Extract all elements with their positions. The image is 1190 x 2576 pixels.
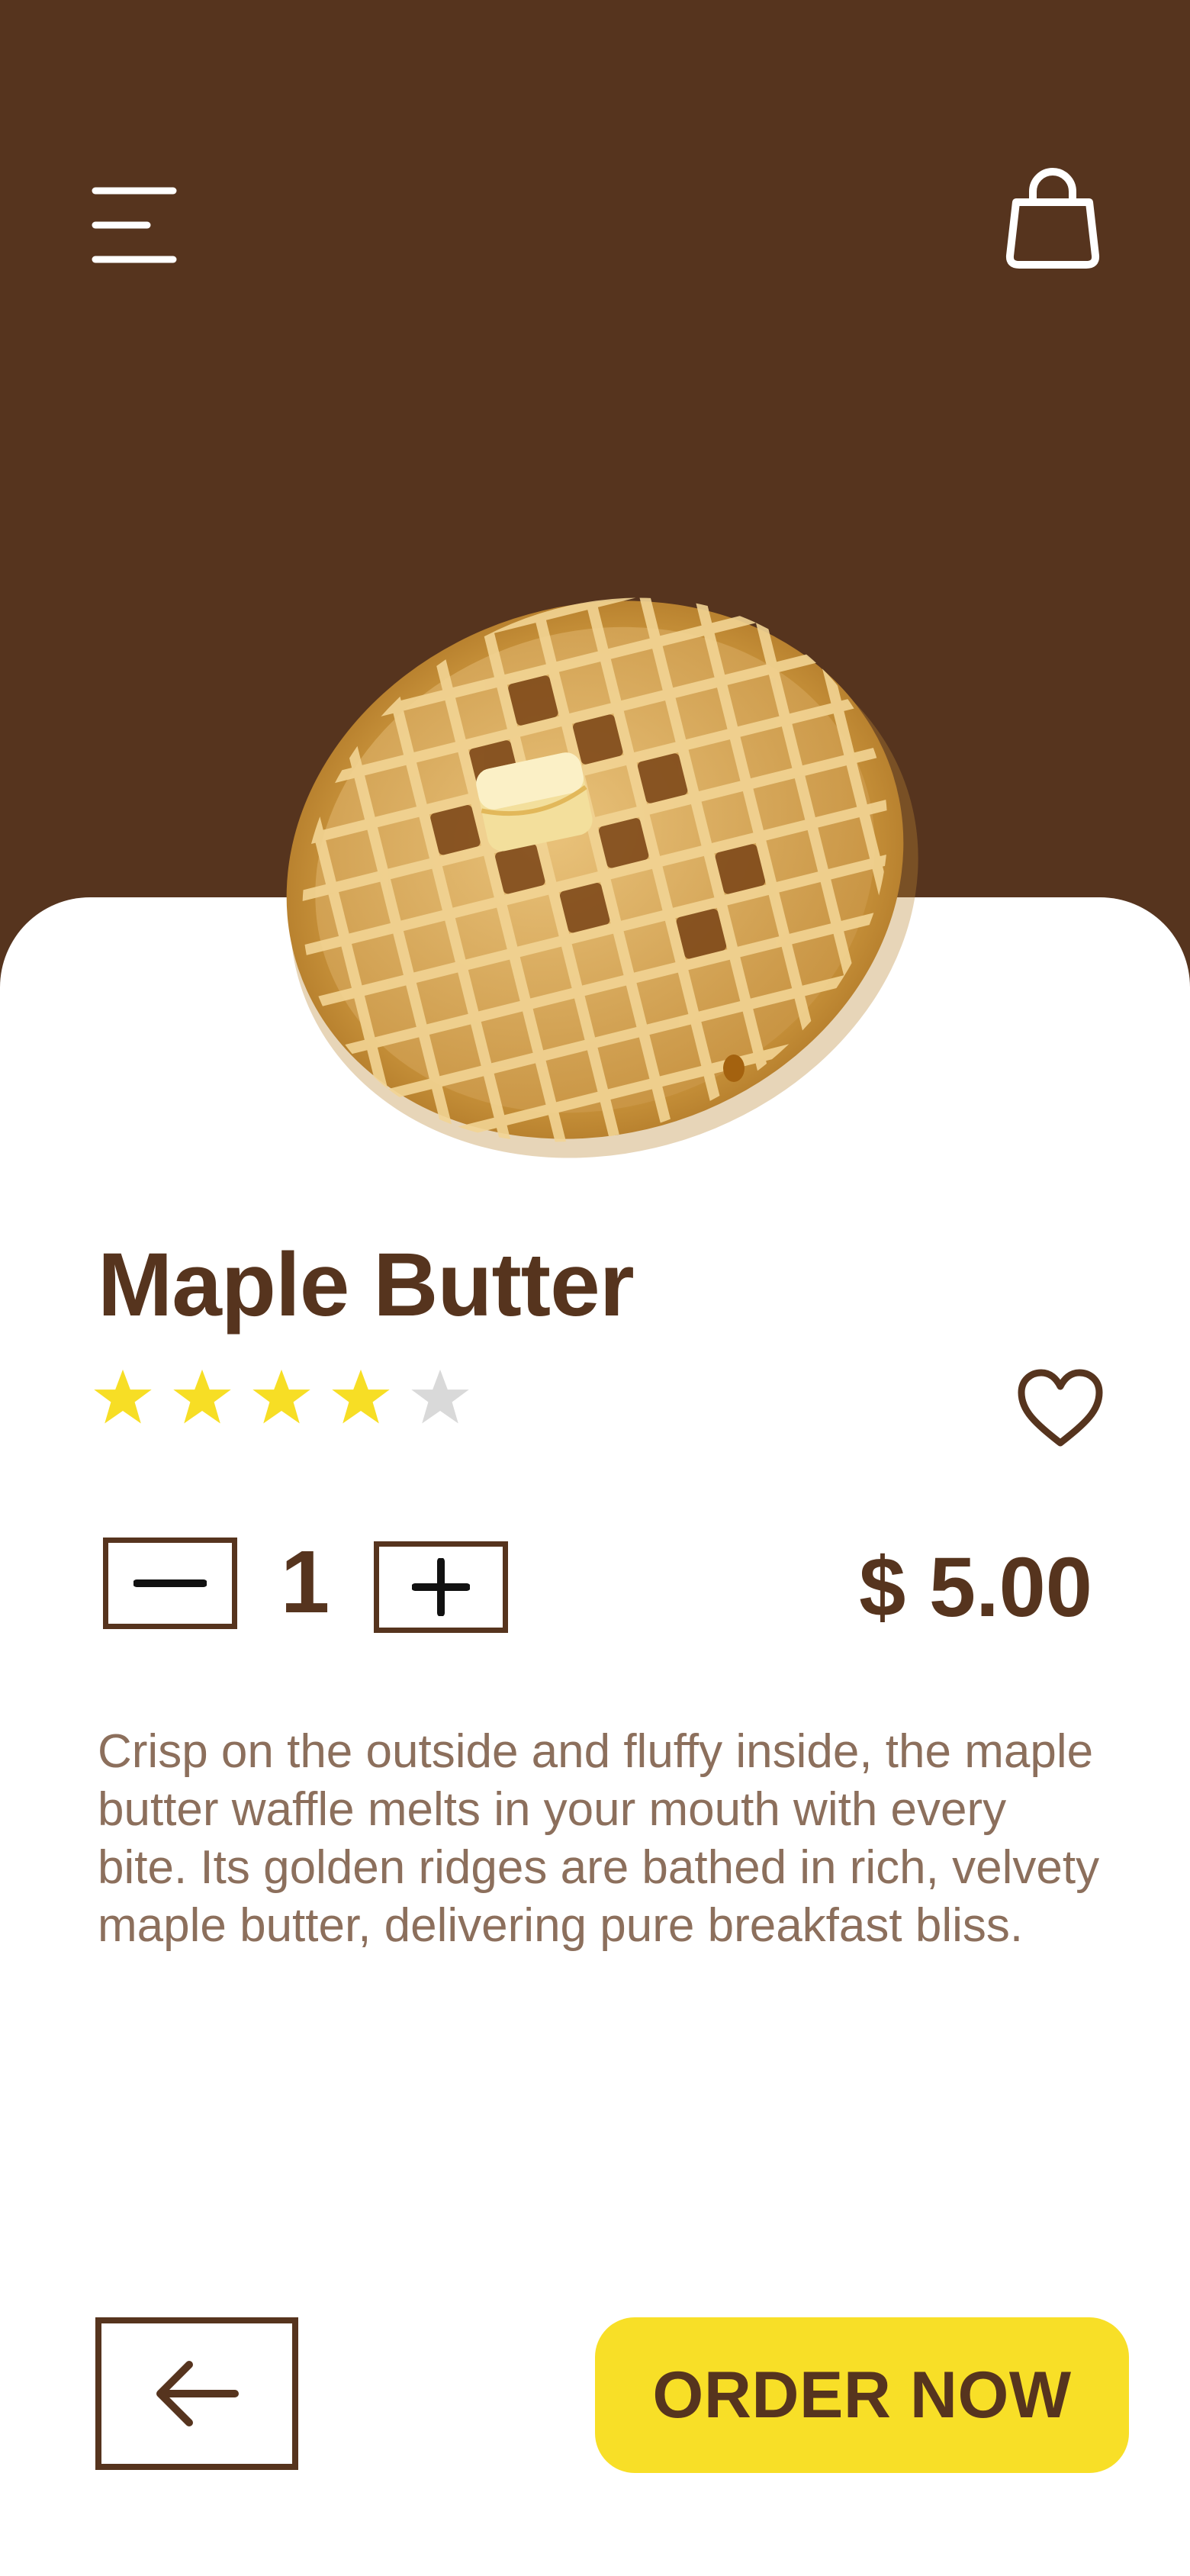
product-price: $ 5.00 [859, 1541, 1092, 1634]
menu-button[interactable] [76, 168, 191, 282]
plus-icon [412, 1558, 470, 1616]
favorite-button[interactable] [1007, 1358, 1114, 1457]
cart-button[interactable] [992, 156, 1114, 279]
product-description: Crisp on the outside and fluffy inside, … [98, 1725, 1100, 1952]
shopping-bag-icon [1005, 168, 1100, 269]
product-title: Maple Butter [98, 1235, 635, 1335]
order-now-button[interactable]: ORDER NOW [595, 2317, 1129, 2473]
rating-stars [92, 1366, 471, 1428]
star-filled-icon [332, 1369, 390, 1424]
product-image [252, 580, 938, 1160]
star-filled-icon [252, 1369, 310, 1424]
star-filled-icon [94, 1369, 152, 1424]
arrow-left-icon [156, 2361, 239, 2426]
quantity-value: 1 [280, 1532, 330, 1631]
waffle-image [252, 580, 938, 1160]
minus-icon [133, 1579, 207, 1587]
decrease-quantity-button[interactable] [103, 1538, 237, 1629]
increase-quantity-button[interactable] [374, 1541, 508, 1633]
star-filled-icon [173, 1369, 231, 1424]
star-empty-icon [411, 1369, 469, 1424]
heart-outline-icon [1018, 1369, 1103, 1447]
hamburger-menu-icon [92, 187, 177, 263]
back-button[interactable] [95, 2317, 298, 2470]
